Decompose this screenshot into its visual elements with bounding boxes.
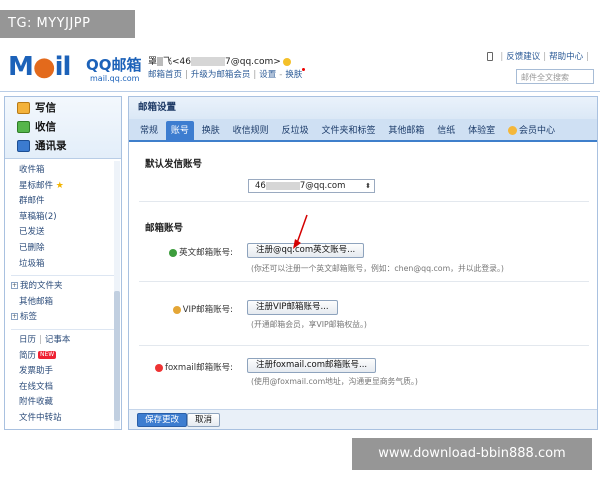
vip-icon bbox=[508, 126, 518, 135]
contacts-button[interactable]: 通讯录 bbox=[17, 137, 121, 156]
foxmail-icon bbox=[154, 363, 163, 372]
sidebar-item-starred[interactable]: 星标邮件 ★ bbox=[19, 179, 121, 195]
sidebar-divider bbox=[11, 275, 115, 277]
page-title: 邮箱设置 bbox=[129, 97, 597, 119]
phone-icon[interactable] bbox=[487, 52, 494, 61]
link-settings[interactable]: 设置 bbox=[259, 70, 276, 80]
sidebar-other-mailboxes[interactable]: 其他邮箱 bbox=[5, 295, 121, 311]
top-links: | 反馈建议 | 帮助中心 | bbox=[487, 50, 592, 62]
red-arrow-annotation bbox=[293, 214, 308, 249]
foxmail-account-hint: (使用@foxmail.com地址，沟通更显商务气质。) bbox=[251, 377, 418, 386]
folder-list: 收件箱 星标邮件 ★ 群邮件 草稿箱(2) 已发送 已删除 垃圾箱 bbox=[5, 159, 121, 272]
sidebar-item-calendar[interactable]: 日历 bbox=[19, 335, 36, 345]
qq-mail-logo[interactable]: M●il QQ邮箱 mail.qq.com bbox=[8, 52, 142, 83]
vip-badge-icon bbox=[172, 305, 181, 314]
sidebar-tags[interactable]: + 标签 bbox=[5, 310, 121, 326]
sidebar-item-notes[interactable]: 记事本 bbox=[45, 335, 71, 345]
sidebar-item-deleted[interactable]: 已删除 bbox=[19, 241, 121, 257]
sidebar-item-resume[interactable]: 简历 NEW bbox=[19, 349, 121, 365]
new-badge: NEW bbox=[38, 351, 57, 360]
link-mail-home[interactable]: 邮箱首页 bbox=[148, 70, 182, 80]
search-input[interactable]: 邮件全文搜索 bbox=[516, 69, 594, 84]
sidebar-item-online-docs[interactable]: 在线文档 bbox=[19, 380, 121, 396]
logo-qq-text: QQ邮箱 bbox=[86, 56, 142, 74]
inbox-icon bbox=[17, 121, 30, 133]
tab-stationery[interactable]: 信纸 bbox=[432, 121, 460, 142]
divider bbox=[139, 345, 589, 346]
watermark-top-left: TG: MYYJJPP bbox=[0, 10, 135, 38]
mail-accounts-heading: 邮箱账号 bbox=[145, 223, 184, 234]
tab-vip-center[interactable]: 会员中心 bbox=[503, 121, 560, 142]
notification-dot bbox=[302, 68, 306, 71]
sidebar-item-spam[interactable]: 垃圾箱 bbox=[19, 257, 121, 273]
divider bbox=[139, 201, 589, 202]
register-vip-account-button[interactable]: 注册VIP邮箱账号... bbox=[247, 300, 338, 315]
sidebar-item-sent[interactable]: 已发送 bbox=[19, 225, 121, 241]
tab-skin[interactable]: 换肤 bbox=[197, 121, 225, 142]
star-icon: ★ bbox=[55, 180, 64, 191]
expand-icon[interactable]: + bbox=[11, 313, 18, 321]
foxmail-account-label: foxmail邮箱账号: bbox=[154, 361, 233, 373]
sidebar-tools-row: 日历 | 记事本 bbox=[19, 334, 71, 345]
settings-panel: 邮箱设置 常规 账号 换肤 收信规则 反垃圾 文件夹和标签 其他邮箱 信纸 体验… bbox=[128, 96, 598, 430]
link-help-center[interactable]: 帮助中心 bbox=[549, 52, 583, 62]
save-button[interactable]: 保存更改 bbox=[137, 413, 188, 427]
link-upgrade-vip[interactable]: 升级为邮箱会员 bbox=[191, 70, 251, 80]
scroll-thumb[interactable] bbox=[114, 291, 120, 421]
tab-lab[interactable]: 体验室 bbox=[463, 121, 500, 142]
user-identity: 罩飞<46 7@qq.com> bbox=[148, 54, 291, 67]
sidebar-item-attachments[interactable]: 附件收藏 bbox=[19, 395, 121, 411]
vip-account-label: VIP邮箱账号: bbox=[172, 303, 233, 315]
smile-icon bbox=[282, 57, 291, 66]
sidebar-item-invoice[interactable]: 发票助手 bbox=[19, 364, 121, 380]
sidebar-item-drafts[interactable]: 草稿箱(2) bbox=[19, 210, 121, 226]
globe-icon bbox=[169, 248, 178, 257]
tab-other-mailboxes[interactable]: 其他邮箱 bbox=[383, 121, 429, 142]
sidebar-item-inbox[interactable]: 收件箱 bbox=[19, 163, 121, 179]
register-foxmail-account-button[interactable]: 注册foxmail.com邮箱账号... bbox=[247, 358, 377, 373]
top-header: M●il QQ邮箱 mail.qq.com 罩飞<46 7@qq.com> 邮箱首… bbox=[0, 42, 600, 92]
link-feedback[interactable]: 反馈建议 bbox=[506, 52, 540, 62]
user-links: 邮箱首页 | 升级为邮箱会员 | 设置 - 换肤 bbox=[148, 68, 306, 80]
sidebar-divider bbox=[11, 328, 115, 330]
tab-general[interactable]: 常规 bbox=[135, 121, 163, 142]
tab-anti-spam[interactable]: 反垃圾 bbox=[277, 121, 314, 142]
sidebar-item-file-transfer[interactable]: 文件中转站 bbox=[19, 411, 121, 427]
expand-icon[interactable]: + bbox=[11, 282, 18, 290]
tab-accounts[interactable]: 账号 bbox=[165, 121, 194, 142]
tab-folders-tags[interactable]: 文件夹和标签 bbox=[316, 121, 380, 142]
tool-list: 日历 | 记事本 简历 NEW 发票助手 在线文档 附件收藏 文件中转站 bbox=[5, 333, 121, 427]
sidebar-actions: 写信 收信 通讯录 bbox=[5, 97, 121, 159]
divider bbox=[139, 281, 589, 282]
logo-url: mail.qq.com bbox=[90, 74, 140, 83]
bottom-action-bar: 保存更改 取消 bbox=[129, 409, 597, 429]
default-sender-heading: 默认发信账号 bbox=[145, 159, 203, 170]
left-sidebar: 写信 收信 通讯录 收件箱 星标邮件 ★ 群邮件 草稿箱(2) 已发送 已删除 … bbox=[4, 96, 122, 430]
cancel-button[interactable]: 取消 bbox=[187, 413, 221, 427]
sidebar-my-folders[interactable]: + 我的文件夹 bbox=[5, 279, 121, 295]
contacts-icon bbox=[17, 140, 30, 152]
pencil-icon bbox=[17, 102, 30, 114]
vip-account-hint: (开通邮箱会员，享VIP邮箱权益。) bbox=[251, 320, 367, 329]
settings-tabs: 常规 账号 换肤 收信规则 反垃圾 文件夹和标签 其他邮箱 信纸 体验室 会员中… bbox=[129, 119, 597, 142]
tab-rules[interactable]: 收信规则 bbox=[228, 121, 274, 142]
select-arrow-icon: ⬍ bbox=[365, 182, 371, 190]
link-change-skin[interactable]: 换肤 bbox=[285, 70, 302, 80]
sidebar-scrollbar[interactable] bbox=[114, 161, 120, 429]
english-account-hint: (你还可以注册一个英文邮箱账号，例如：chen@qq.com，并以此登录。) bbox=[251, 264, 504, 273]
default-sender-select[interactable]: 46 7@qq.com ⬍ bbox=[248, 179, 375, 193]
compose-button[interactable]: 写信 bbox=[17, 99, 121, 118]
sidebar-item-group[interactable]: 群邮件 bbox=[19, 194, 121, 210]
english-account-label: 英文邮箱账号: bbox=[169, 246, 233, 258]
receive-button[interactable]: 收信 bbox=[17, 118, 121, 137]
watermark-bottom-right: www.download-bbin888.com bbox=[352, 438, 592, 470]
